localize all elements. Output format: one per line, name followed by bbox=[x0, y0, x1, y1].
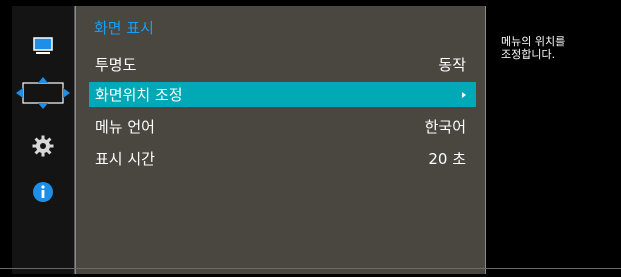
menu-item-label: 화면위치 조정 bbox=[95, 86, 183, 104]
osd-screen: 화면 표시 투명도 동작 화면위치 조정 메뉴 언어 한국어 표시 시간 20 … bbox=[0, 0, 621, 277]
help-line: 메뉴의 위치를 bbox=[501, 35, 566, 48]
osd-sidebar bbox=[12, 6, 75, 274]
gear-icon[interactable] bbox=[12, 134, 74, 158]
menu-item-label: 표시 시간 bbox=[95, 150, 155, 168]
monitor-icon[interactable] bbox=[12, 34, 74, 58]
position-adjust-icon[interactable] bbox=[12, 76, 74, 110]
menu-item-transparency[interactable]: 투명도 동작 bbox=[89, 52, 476, 77]
menu-item-display-time[interactable]: 표시 시간 20 초 bbox=[89, 146, 476, 171]
menu-item-language[interactable]: 메뉴 언어 한국어 bbox=[89, 114, 476, 139]
menu-item-value: 동작 bbox=[438, 56, 466, 74]
help-line: 조정합니다. bbox=[501, 48, 556, 61]
bottom-divider bbox=[0, 268, 621, 269]
info-icon[interactable] bbox=[12, 180, 74, 204]
panel-title: 화면 표시 bbox=[94, 19, 154, 37]
menu-item-value: 20 초 bbox=[428, 150, 466, 168]
help-text: 메뉴의 위치를 조정합니다. bbox=[501, 35, 611, 61]
menu-item-position-adjust[interactable]: 화면위치 조정 bbox=[89, 82, 476, 107]
menu-panel: 화면 표시 투명도 동작 화면위치 조정 메뉴 언어 한국어 표시 시간 20 … bbox=[75, 6, 486, 274]
menu-item-label: 투명도 bbox=[95, 56, 137, 74]
menu-item-label: 메뉴 언어 bbox=[95, 118, 155, 136]
menu-item-value: 한국어 bbox=[424, 118, 466, 136]
submenu-arrow-icon bbox=[462, 91, 466, 98]
